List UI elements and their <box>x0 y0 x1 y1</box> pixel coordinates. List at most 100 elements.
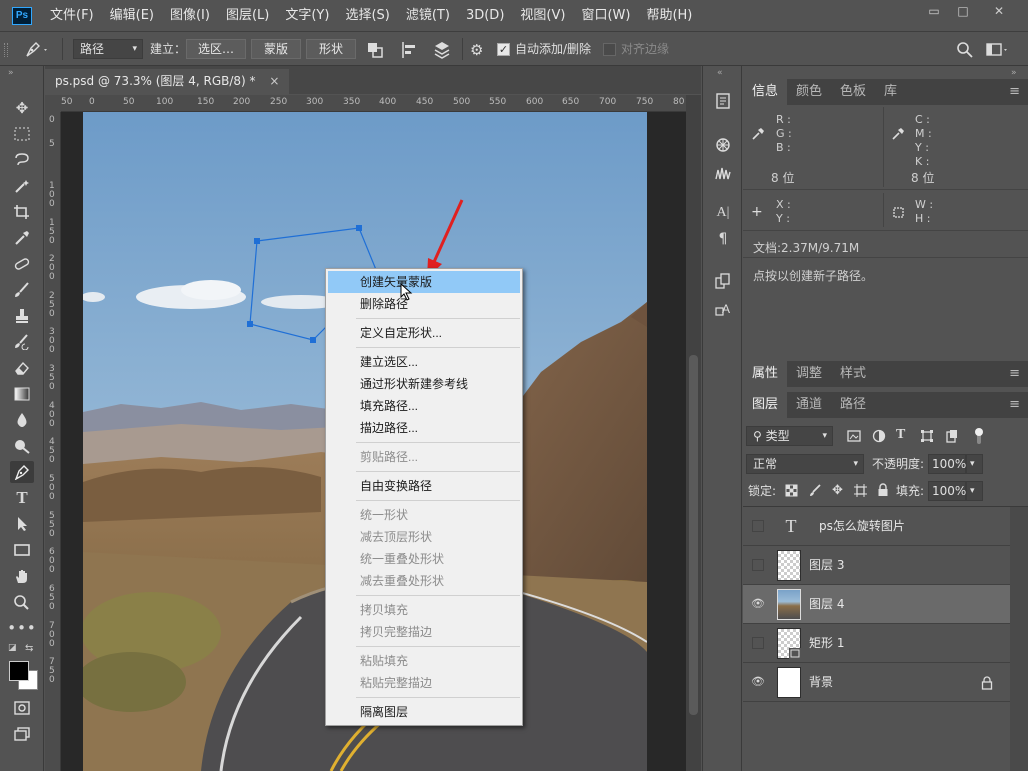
menu-item-fill-path[interactable]: 填充路径... <box>328 395 520 417</box>
lock-transparency-icon[interactable] <box>785 484 798 497</box>
tab-libraries[interactable]: 库 <box>875 79 906 105</box>
opacity-input[interactable]: 100% <box>928 454 966 474</box>
menu-item-create-vector-mask[interactable]: 创建矢量蒙版 <box>328 271 520 293</box>
make-mask-button[interactable]: 蒙版 <box>251 39 301 59</box>
path-arrangement-icon[interactable] <box>431 40 453 60</box>
gear-icon[interactable]: ⚙ <box>470 40 490 60</box>
menu-item-free-transform-path[interactable]: 自由变换路径 <box>328 475 520 497</box>
pen-tool-icon[interactable] <box>10 461 34 483</box>
close-window-button[interactable]: ✕ <box>987 4 1011 20</box>
panel-menu-icon[interactable]: ≡ <box>1009 366 1020 381</box>
menu-select[interactable]: 选择(S) <box>337 0 397 32</box>
more-tools-icon[interactable]: ••• <box>7 617 36 639</box>
panel-menu-icon[interactable]: ≡ <box>1009 397 1020 412</box>
layer-row[interactable]: 👁 背景 <box>743 663 1010 702</box>
make-selection-button[interactable]: 选区… <box>186 39 246 59</box>
menu-item-delete-path[interactable]: 删除路径 <box>328 293 520 315</box>
horizontal-ruler[interactable]: 50 0 50 100 150 200 250 300 350 400 450 … <box>61 95 686 112</box>
glyphs-panel-icon[interactable] <box>711 270 735 292</box>
screen-mode-icon[interactable] <box>10 723 34 745</box>
dodge-tool-icon[interactable] <box>10 435 34 457</box>
menu-item-isolate-layers[interactable]: 隔离图层 <box>328 701 520 723</box>
healing-brush-tool-icon[interactable] <box>10 253 34 275</box>
menu-item-new-guides-from-shape[interactable]: 通过形状新建参考线 <box>328 373 520 395</box>
filter-pixel-icon[interactable] <box>847 429 861 443</box>
filter-smart-object-icon[interactable] <box>945 429 959 443</box>
lasso-tool-icon[interactable] <box>10 149 34 171</box>
gradient-tool-icon[interactable] <box>10 383 34 405</box>
path-alignment-icon[interactable] <box>399 40 421 60</box>
menu-edit[interactable]: 编辑(E) <box>102 0 162 32</box>
rectangle-tool-icon[interactable] <box>10 539 34 561</box>
layer-row[interactable]: 矩形 1 <box>743 624 1010 663</box>
blend-mode-select[interactable]: 正常 ▾ <box>746 454 864 474</box>
eyedropper-tool-icon[interactable] <box>10 227 34 249</box>
swap-colors-icon[interactable]: ⇆ <box>25 643 37 654</box>
workspace-icon[interactable] <box>985 40 1009 60</box>
crop-tool-icon[interactable] <box>10 201 34 223</box>
brushes-panel-icon[interactable] <box>711 162 735 184</box>
menu-window[interactable]: 窗口(W) <box>573 0 638 32</box>
paragraph-panel-icon[interactable]: ¶ <box>711 228 735 250</box>
tab-swatches[interactable]: 色板 <box>831 79 875 105</box>
default-colors-icon[interactable]: ◪ <box>8 643 18 653</box>
menu-view[interactable]: 视图(V) <box>512 0 573 32</box>
menu-item-make-selection[interactable]: 建立选区... <box>328 351 520 373</box>
tab-paths[interactable]: 路径 <box>831 392 875 418</box>
fill-input[interactable]: 100% <box>928 481 966 501</box>
quick-selection-tool-icon[interactable] <box>10 175 34 197</box>
move-tool-icon[interactable]: ✥ <box>10 97 34 119</box>
blur-tool-icon[interactable] <box>10 409 34 431</box>
mode-select[interactable]: 路径 ▾ <box>73 39 143 59</box>
collapse-icon[interactable]: « <box>717 68 723 78</box>
type-tool-icon[interactable]: T <box>10 487 34 509</box>
visibility-toggle-empty[interactable] <box>752 559 764 571</box>
document-tab[interactable]: ps.psd @ 73.3% (图层 4, RGB/8) * × <box>45 69 290 94</box>
filter-shape-icon[interactable] <box>920 429 934 443</box>
scrollbar-thumb[interactable] <box>689 355 698 715</box>
layer-row-selected[interactable]: 👁 图层 4 <box>743 585 1010 624</box>
auto-add-delete-checkbox[interactable] <box>497 43 510 56</box>
marquee-tool-icon[interactable] <box>10 123 34 145</box>
collapse-icon[interactable]: » <box>1011 68 1017 78</box>
history-brush-tool-icon[interactable] <box>10 331 34 353</box>
lock-position-icon[interactable]: ✥ <box>832 484 845 497</box>
tab-properties[interactable]: 属性 <box>743 361 788 387</box>
history-panel-icon[interactable] <box>711 90 735 112</box>
filter-adjustment-icon[interactable] <box>872 429 886 443</box>
path-operations-icon[interactable] <box>365 40 387 60</box>
visibility-toggle-empty[interactable] <box>752 637 764 649</box>
maximize-button[interactable]: □ <box>951 4 975 20</box>
grip-handle[interactable] <box>4 43 8 57</box>
tab-layers[interactable]: 图层 <box>743 392 788 418</box>
quick-mask-icon[interactable] <box>10 697 34 719</box>
lock-pixels-icon[interactable] <box>809 484 822 497</box>
tab-styles[interactable]: 样式 <box>831 361 875 387</box>
layer-filter-select[interactable]: ⚲ 类型 ▾ <box>746 426 833 446</box>
menu-layer[interactable]: 图层(L) <box>218 0 277 32</box>
eye-icon[interactable]: 👁 <box>751 597 765 611</box>
menu-item-define-custom-shape[interactable]: 定义自定形状... <box>328 322 520 344</box>
menu-type[interactable]: 文字(Y) <box>277 0 337 32</box>
foreground-color-swatch[interactable] <box>9 661 29 681</box>
character-panel-icon[interactable]: A| <box>711 202 735 224</box>
clone-stamp-tool-icon[interactable] <box>10 305 34 327</box>
menu-help[interactable]: 帮助(H) <box>638 0 700 32</box>
layers-scrollbar[interactable] <box>1010 507 1028 771</box>
brush-tool-icon[interactable] <box>10 279 34 301</box>
menu-image[interactable]: 图像(I) <box>162 0 218 32</box>
opacity-dropdown-icon[interactable]: ▾ <box>966 454 983 474</box>
menu-filter[interactable]: 滤镜(T) <box>398 0 458 32</box>
visibility-toggle-empty[interactable] <box>752 520 764 532</box>
eye-icon[interactable]: 👁 <box>751 675 765 689</box>
menu-item-stroke-path[interactable]: 描边路径... <box>328 417 520 439</box>
layer-row[interactable]: 图层 3 <box>743 546 1010 585</box>
zoom-tool-icon[interactable] <box>10 591 34 613</box>
filter-type-icon[interactable]: T <box>896 427 910 443</box>
ruler-origin[interactable] <box>45 95 61 112</box>
tab-color[interactable]: 颜色 <box>787 79 831 105</box>
lock-all-icon[interactable] <box>877 483 889 497</box>
vertical-ruler[interactable]: 0 5 1 0 0 1 5 0 2 0 0 2 5 0 3 0 0 3 5 0 … <box>45 112 61 771</box>
tab-channels[interactable]: 通道 <box>787 392 831 418</box>
brush-settings-panel-icon[interactable] <box>711 134 735 156</box>
